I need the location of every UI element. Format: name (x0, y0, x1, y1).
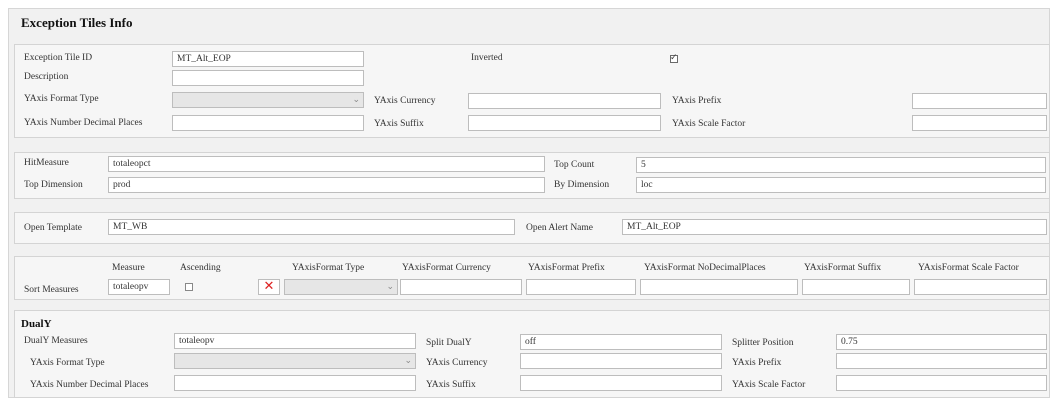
dualy-currency-label: YAxis Currency (426, 358, 488, 368)
tile-id-input[interactable]: MT_Alt_EOP (172, 51, 364, 67)
description-input[interactable] (172, 70, 364, 86)
yaxis-prefix-input[interactable] (912, 93, 1047, 109)
chevron-down-icon: ⌄ (404, 355, 412, 365)
sort-format-currency-input[interactable] (400, 279, 522, 295)
top-dimension-label: Top Dimension (24, 180, 83, 190)
col-header-format-prefix: YAxisFormat Prefix (528, 263, 605, 273)
yaxis-currency-input[interactable] (468, 93, 661, 109)
page-title: Exception Tiles Info (21, 15, 133, 30)
sort-format-type-select[interactable]: ⌄ (284, 279, 398, 295)
sort-format-decimal-input[interactable] (640, 279, 798, 295)
col-header-format-decimal: YAxisFormat NoDecimalPlaces (644, 263, 766, 273)
hitmeasure-input[interactable]: totaleopct (108, 156, 545, 172)
description-label: Description (24, 72, 69, 82)
dualy-suffix-input[interactable] (520, 375, 722, 391)
chevron-down-icon: ⌄ (352, 94, 360, 104)
split-dualy-input[interactable]: off (520, 334, 722, 350)
yaxis-decimal-input[interactable] (172, 115, 364, 131)
dualy-currency-input[interactable] (520, 353, 722, 369)
open-alert-input[interactable]: MT_Alt_EOP (622, 219, 1047, 235)
by-dimension-input[interactable]: loc (636, 177, 1046, 193)
col-header-format-suffix: YAxisFormat Suffix (804, 263, 882, 273)
yaxis-currency-label: YAxis Currency (374, 96, 436, 106)
yaxis-decimal-label: YAxis Number Decimal Places (24, 118, 143, 128)
hitmeasure-label: HitMeasure (24, 158, 69, 168)
remove-x-icon[interactable]: ✕ (258, 279, 280, 295)
dualy-decimal-label: YAxis Number Decimal Places (30, 380, 149, 390)
inverted-label: Inverted (471, 53, 503, 63)
col-header-ascending: Ascending (180, 263, 221, 273)
yaxis-scale-label: YAxis Scale Factor (672, 119, 746, 129)
dualy-prefix-label: YAxis Prefix (732, 358, 782, 368)
top-count-label: Top Count (554, 160, 595, 170)
by-dimension-label: By Dimension (554, 180, 610, 190)
dualy-suffix-label: YAxis Suffix (426, 380, 476, 390)
dualy-prefix-input[interactable] (836, 353, 1047, 369)
dualy-scale-label: YAxis Scale Factor (732, 380, 806, 390)
dualy-format-type-label: YAxis Format Type (30, 358, 105, 368)
top-dimension-input[interactable]: prod (108, 177, 545, 193)
sort-format-scale-input[interactable] (914, 279, 1047, 295)
open-template-label: Open Template (24, 223, 82, 233)
yaxis-suffix-input[interactable] (468, 115, 661, 131)
splitter-position-label: Splitter Position (732, 338, 794, 348)
yaxis-prefix-label: YAxis Prefix (672, 96, 722, 106)
yaxis-suffix-label: YAxis Suffix (374, 119, 424, 129)
sort-format-suffix-input[interactable] (802, 279, 910, 295)
inverted-checkbox[interactable] (670, 52, 678, 63)
col-header-format-scale: YAxisFormat Scale Factor (918, 263, 1019, 273)
col-header-format-type: YAxisFormat Type (292, 263, 365, 273)
ascending-checkbox[interactable] (185, 283, 193, 291)
open-template-input[interactable]: MT_WB (108, 219, 515, 235)
col-header-format-currency: YAxisFormat Currency (402, 263, 491, 273)
sort-measures-label: Sort Measures (24, 285, 79, 295)
dualy-format-type-select[interactable]: ⌄ (174, 353, 416, 369)
top-count-input[interactable]: 5 (636, 157, 1046, 173)
yaxis-scale-input[interactable] (912, 115, 1047, 131)
yaxis-format-type-label: YAxis Format Type (24, 94, 99, 104)
splitter-position-input[interactable]: 0.75 (836, 334, 1047, 350)
open-alert-label: Open Alert Name (526, 223, 594, 233)
dualy-measures-label: DualY Measures (24, 336, 88, 346)
dualy-decimal-input[interactable] (174, 375, 416, 391)
sort-measure-input[interactable]: totaleopv (108, 279, 170, 295)
yaxis-format-type-select[interactable]: ⌄ (172, 92, 364, 108)
tile-id-label: Exception Tile ID (24, 53, 93, 63)
split-dualy-label: Split DualY (426, 338, 472, 348)
dualy-scale-input[interactable] (836, 375, 1047, 391)
chevron-down-icon: ⌄ (386, 281, 394, 291)
dualy-title: DualY (21, 318, 52, 330)
col-header-measure: Measure (112, 263, 145, 273)
sort-format-prefix-input[interactable] (526, 279, 636, 295)
dualy-measures-input[interactable]: totaleopv (174, 333, 416, 349)
